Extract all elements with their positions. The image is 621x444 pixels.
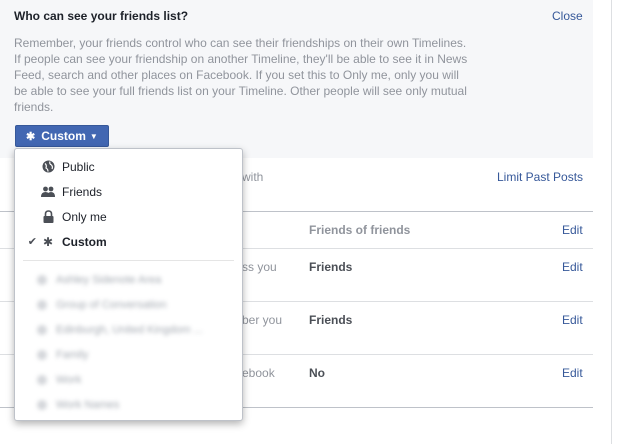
setting-question: Who can see your friends list? [14, 9, 189, 23]
list-icon [37, 399, 47, 410]
audience-selector-button[interactable]: ✱ Custom ▼ [15, 125, 109, 147]
row-fragment-text: ebook [242, 366, 275, 380]
lock-icon [40, 210, 56, 223]
menu-item-label: Friends [62, 184, 103, 199]
menu-item-custom[interactable]: ✔ ✱ Custom [15, 229, 242, 254]
edit-link[interactable]: Edit [562, 366, 583, 380]
setting-description: Remember, your friends control who can s… [14, 36, 468, 114]
menu-separator [23, 260, 234, 261]
caret-down-icon: ▼ [89, 131, 98, 141]
edit-link[interactable]: Edit [562, 223, 583, 237]
row-value: Friends [309, 260, 353, 274]
checkmark-icon: ✔ [27, 236, 37, 248]
list-icon [37, 349, 47, 360]
blurred-list-item[interactable]: Work Names [15, 392, 242, 417]
menu-item-label: Custom [62, 234, 107, 249]
row-value: Friends [309, 313, 353, 327]
edit-link[interactable]: Edit [562, 313, 583, 327]
audience-menu: Public Friends Only me ✔ ✱ Custom Ashley… [14, 148, 243, 421]
friends-icon [40, 186, 56, 197]
limit-past-posts-link[interactable]: Limit Past Posts [497, 170, 583, 184]
close-link[interactable]: Close [552, 9, 583, 23]
blurred-list-item[interactable]: Edinburgh, United Kingdom ... [15, 317, 242, 342]
gear-icon: ✱ [42, 234, 54, 249]
menu-item-label: Public [62, 159, 95, 174]
row-fragment-text: with [242, 170, 264, 184]
blurred-list-item[interactable]: Work [15, 367, 242, 392]
friends-list-setting-section: Who can see your friends list? Close Rem… [0, 0, 593, 158]
blurred-list-item[interactable]: Group of Conversation [15, 292, 242, 317]
blurred-list-item[interactable]: Family [15, 342, 242, 367]
edit-link[interactable]: Edit [562, 260, 583, 274]
panel-border [611, 0, 612, 444]
row-fragment-text: ber you [242, 313, 283, 327]
menu-item-only-me[interactable]: Only me [15, 204, 242, 229]
audience-button-label: Custom [41, 129, 86, 143]
menu-item-friends[interactable]: Friends [15, 179, 242, 204]
menu-item-public[interactable]: Public [15, 154, 242, 179]
list-icon [37, 374, 47, 385]
blurred-list-item[interactable]: Ashley Sidenote Area [15, 267, 242, 292]
list-icon [37, 274, 47, 285]
globe-icon [40, 160, 56, 173]
gear-icon: ✱ [26, 130, 36, 143]
column-header: Friends of friends [309, 223, 411, 237]
menu-item-label: Only me [62, 209, 107, 224]
row-fragment-text: ss you [242, 260, 277, 274]
row-value: No [309, 366, 325, 380]
list-icon [37, 299, 47, 310]
list-icon [37, 324, 47, 335]
